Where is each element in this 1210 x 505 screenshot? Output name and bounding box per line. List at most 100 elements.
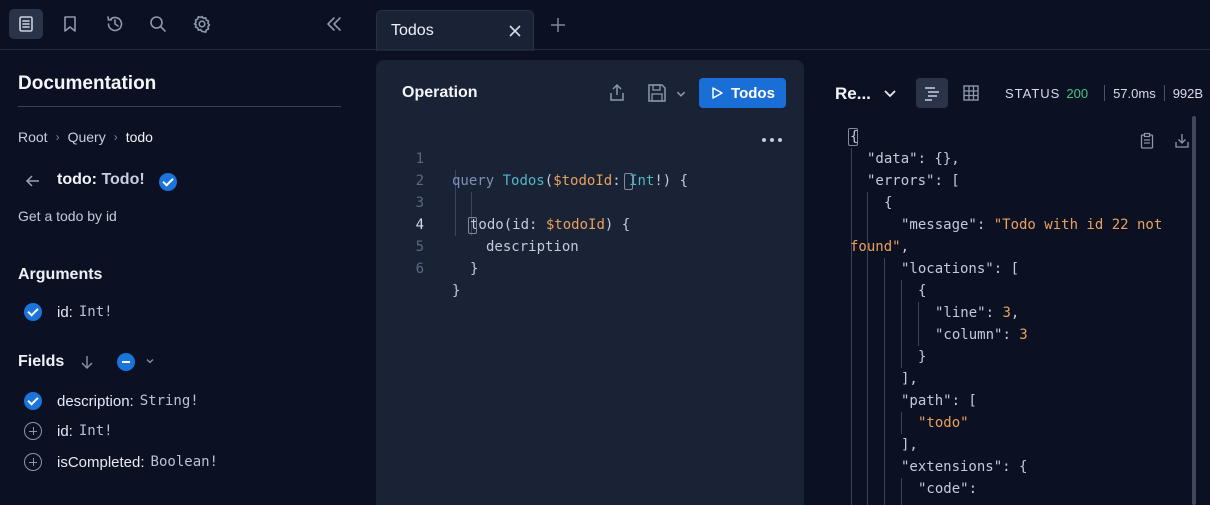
argument-type[interactable]: Int! (79, 304, 113, 320)
variable: $todoId (545, 217, 605, 233)
field-row-iscompleted[interactable]: isCompleted: Boolean! (24, 453, 218, 471)
json-line: ], (901, 371, 918, 387)
history-icon[interactable] (98, 9, 132, 39)
back-arrow-icon[interactable] (24, 172, 42, 190)
field-row-type[interactable]: Int! (79, 423, 113, 439)
check-icon[interactable] (24, 303, 42, 321)
field-row-type[interactable]: String! (140, 393, 199, 409)
docs-panel: Documentation Root › Query › todo todo: … (0, 50, 360, 505)
more-icon[interactable] (760, 132, 784, 148)
code-line: 3 todo(id: $todoId) { (376, 170, 631, 233)
save-icon[interactable] (646, 82, 668, 104)
chevron-down-icon[interactable] (145, 356, 155, 366)
json-line: "extensions": { (901, 459, 1028, 475)
code-line: 2 (376, 148, 427, 189)
field-row-id[interactable]: id: Int! (24, 422, 113, 440)
code-line: 4 description (376, 192, 579, 255)
operation-title: Operation (402, 84, 478, 101)
json-line: "errors": [ (867, 173, 960, 189)
field-heading: todo: Todo! (57, 171, 145, 189)
status-bar: STATUS 200 57.0ms 992B (1005, 85, 1203, 101)
field-type[interactable]: Todo! (101, 171, 144, 188)
gear-icon[interactable] (185, 9, 219, 39)
table-view-button[interactable] (955, 78, 987, 108)
indent-guide (901, 412, 902, 434)
punct: ( (544, 173, 554, 189)
arguments-heading: Arguments (18, 266, 103, 283)
scrollbar[interactable] (1192, 116, 1196, 505)
add-field-icon[interactable] (24, 422, 42, 440)
breadcrumb-current: todo (125, 129, 153, 145)
field-row-name: isCompleted: (57, 453, 145, 471)
divider (1104, 85, 1106, 101)
json-line: found", (850, 239, 910, 255)
response-size: 992B (1172, 85, 1204, 101)
response-title[interactable]: Re... (835, 84, 871, 104)
breadcrumb-root[interactable]: Root (18, 129, 48, 145)
docs-title: Documentation (18, 73, 157, 94)
check-icon[interactable] (24, 392, 42, 410)
chevron-down-icon[interactable] (882, 86, 898, 102)
text-view-button[interactable] (916, 78, 948, 108)
add-field-icon[interactable] (24, 453, 42, 471)
json-line: { (918, 283, 927, 299)
argument-name: id: (57, 303, 73, 321)
bracket-match (624, 173, 633, 190)
field-row-description[interactable]: description: String! (24, 392, 199, 410)
json-line: ], (901, 437, 918, 453)
punct: ) { (604, 217, 631, 233)
add-tab-icon[interactable] (548, 15, 568, 35)
bookmark-icon[interactable] (53, 9, 87, 39)
code-line: 6 } (376, 236, 461, 299)
json-line: "column": 3 (935, 327, 1028, 343)
tab-label: Todos (391, 22, 434, 39)
chevron-down-icon[interactable] (675, 88, 687, 100)
status-code: 200 (1066, 85, 1089, 101)
tab-todos[interactable]: Todos (376, 10, 534, 51)
indent-guide (884, 258, 885, 505)
punct: } (452, 283, 461, 299)
share-icon[interactable] (606, 82, 628, 104)
field-row-name: id: (57, 422, 73, 440)
remove-all-icon[interactable] (117, 353, 135, 371)
code-line: 5 } (376, 214, 479, 277)
indent-guide (918, 302, 919, 346)
json-line: "todo" (918, 415, 969, 431)
fields-heading: Fields (18, 353, 65, 370)
response-time: 57.0ms (1113, 85, 1156, 101)
indent-guide (901, 280, 902, 368)
play-icon (712, 87, 723, 99)
chevron-right-icon: › (113, 130, 118, 144)
clipboard-icon[interactable] (1138, 132, 1156, 150)
docs-icon[interactable] (9, 9, 43, 39)
search-icon[interactable] (141, 9, 175, 39)
arrow-down-icon[interactable] (79, 354, 95, 370)
field-name: todo: (57, 171, 97, 188)
breadcrumb-query[interactable]: Query (68, 129, 106, 145)
download-icon[interactable] (1173, 132, 1191, 150)
collapse-icon[interactable] (317, 9, 351, 39)
punct: } (470, 261, 479, 277)
json-line: } (918, 349, 927, 365)
divider (18, 106, 341, 107)
run-button[interactable]: Todos (699, 78, 786, 108)
json-line: { (884, 195, 893, 211)
breadcrumb: Root › Query › todo (18, 129, 153, 145)
keyword: query (452, 173, 495, 189)
json-line: "data": {}, (867, 151, 960, 167)
divider (1163, 85, 1165, 101)
operation-panel: Operation Todos 1 query Todos($todoId: I… (376, 60, 804, 505)
json-line: "line": 3, (935, 305, 1020, 321)
close-icon[interactable] (507, 23, 523, 39)
status-label: STATUS (1005, 85, 1061, 101)
json-line: "message": "Todo with id 22 not (901, 217, 1163, 233)
json-line: "code": (918, 481, 978, 497)
indent-guide (851, 148, 852, 505)
variable: $todoId (553, 173, 613, 189)
bracket-match (468, 217, 477, 234)
selected-check-icon[interactable] (159, 173, 177, 191)
field-row-type[interactable]: Boolean! (151, 454, 218, 470)
json-line: "path": [ (901, 393, 977, 409)
argument-row[interactable]: id: Int! (24, 303, 113, 321)
align-left-icon (925, 87, 939, 101)
